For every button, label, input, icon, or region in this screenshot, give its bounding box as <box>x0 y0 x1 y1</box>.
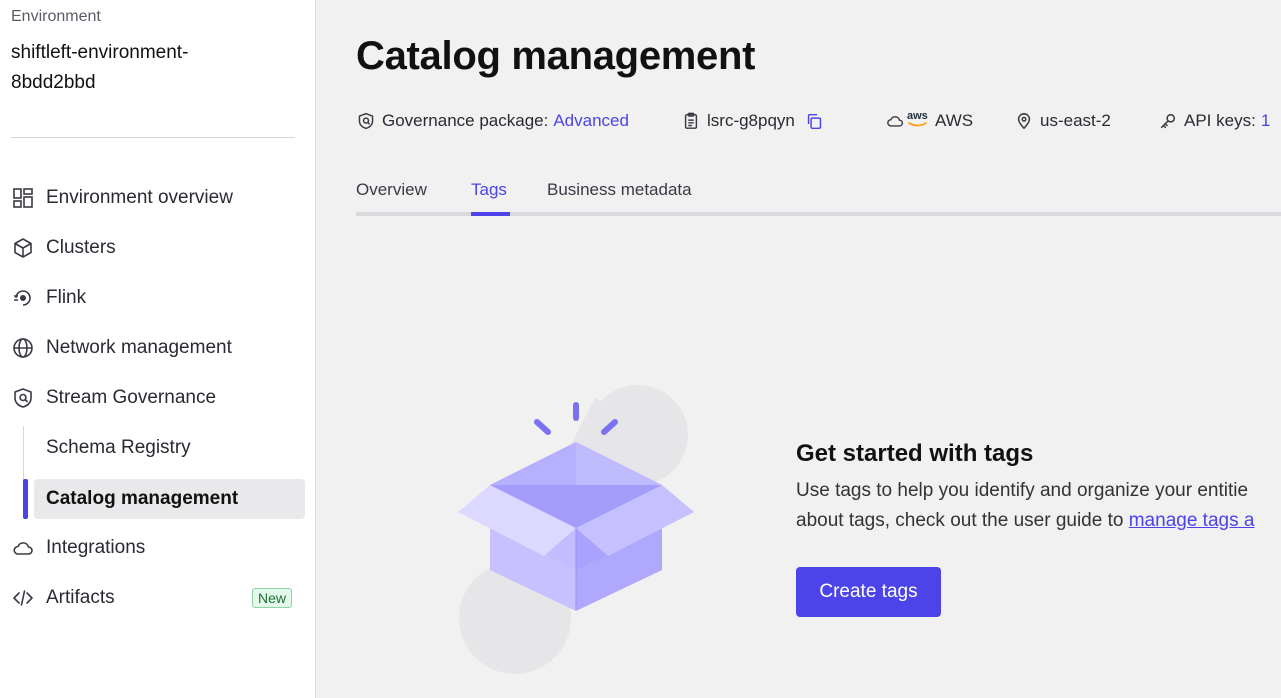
empty-state-line-2: about tags, check out the user guide to … <box>796 506 1281 536</box>
aws-logo-text: aws <box>907 110 928 122</box>
region: us-east-2 <box>1040 111 1111 130</box>
new-badge: New <box>252 588 293 608</box>
environment-name: shiftleft-environment-8bdd2bbd <box>11 42 189 93</box>
sidebar-item-label: Stream Governance <box>46 387 217 408</box>
sidebar-item-flink[interactable]: Flink <box>0 278 316 318</box>
sidebar-item-schema-registry[interactable]: Schema Registry <box>0 428 316 468</box>
sidebar-item-label: Environment overview <box>46 187 233 208</box>
cloud-provider-info: aws AWS <box>885 108 973 134</box>
sidebar-item-label: Network management <box>46 337 232 358</box>
governance-shield-icon <box>12 387 34 409</box>
region-info: us-east-2 <box>1014 108 1111 134</box>
sidebar-item-integrations[interactable]: Integrations <box>0 528 316 568</box>
environment-label: Environment <box>11 8 101 25</box>
sidebar-item-clusters[interactable]: Clusters <box>0 228 316 268</box>
key-icon <box>1158 111 1178 131</box>
sidebar-divider <box>11 137 295 138</box>
page-title: Catalog management <box>356 34 756 78</box>
empty-state-line-1: Use tags to help you identify and organi… <box>796 480 1249 501</box>
copy-icon[interactable] <box>805 111 825 131</box>
api-keys-info: API keys: 1 <box>1158 108 1270 134</box>
governance-package-label: Governance package: <box>382 111 549 130</box>
sidebar-item-label: Clusters <box>46 237 116 258</box>
create-tags-button[interactable]: Create tags <box>796 567 941 617</box>
tab-bar: Overview Tags Business metadata <box>356 176 1281 216</box>
empty-state-description: Use tags to help you identify and organi… <box>796 476 1281 536</box>
sidebar-item-catalog-management[interactable]: Catalog management <box>0 479 316 519</box>
empty-box-illustration <box>458 385 694 674</box>
clipboard-icon <box>681 111 701 131</box>
cloud-icon <box>12 537 34 559</box>
tab-business-metadata[interactable]: Business metadata <box>547 180 692 200</box>
sidebar-item-stream-governance[interactable]: Stream Governance <box>0 378 316 418</box>
cube-icon <box>12 237 34 259</box>
location-pin-icon <box>1014 111 1034 131</box>
sidebar-item-label: Flink <box>46 287 87 308</box>
cloud-icon <box>885 111 905 131</box>
empty-state-title: Get started with tags <box>796 440 1034 467</box>
cluster-id: lsrc-g8pqyn <box>707 111 795 130</box>
code-icon <box>12 587 34 609</box>
tab-overview[interactable]: Overview <box>356 180 427 200</box>
sidebar-item-label: Integrations <box>46 537 146 558</box>
active-tab-indicator <box>471 212 510 216</box>
sidebar-item-network-management[interactable]: Network management <box>0 328 316 368</box>
api-keys-label: API keys: <box>1184 111 1256 130</box>
sidebar-item-label: Catalog management <box>46 488 239 509</box>
cluster-id-info: lsrc-g8pqyn <box>681 108 831 134</box>
sidebar-item-environment-overview[interactable]: Environment overview <box>0 178 316 218</box>
manage-tags-link[interactable]: manage tags a <box>1129 510 1255 531</box>
aws-logo-icon: aws <box>907 111 929 131</box>
sidebar-item-label: Schema Registry <box>46 437 191 458</box>
flink-icon <box>12 287 34 309</box>
sidebar: Environment shiftleft-environment-8bdd2b… <box>0 0 316 698</box>
sidebar-item-label: Artifacts <box>46 587 115 608</box>
governance-package-link[interactable]: Advanced <box>553 111 629 131</box>
globe-icon <box>12 337 34 359</box>
cloud-provider: AWS <box>935 111 974 130</box>
governance-shield-icon <box>356 111 376 131</box>
empty-state-line-2-text: about tags, check out the user guide to <box>796 510 1129 531</box>
dashboard-icon <box>12 187 34 209</box>
governance-package-info: Governance package: Advanced <box>356 108 629 134</box>
tab-tags[interactable]: Tags <box>471 180 507 200</box>
api-keys-count-link[interactable]: 1 <box>1261 111 1270 131</box>
